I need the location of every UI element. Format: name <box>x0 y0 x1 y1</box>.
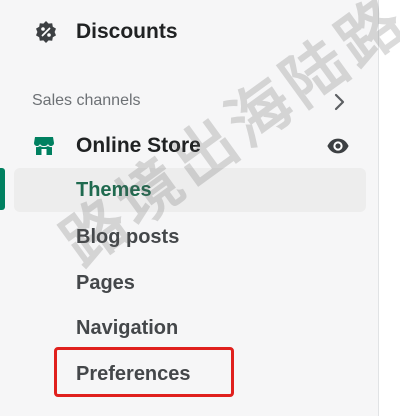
sidebar-subitem-navigation[interactable]: Navigation <box>76 313 178 343</box>
main-content-area <box>380 0 400 416</box>
section-header-sales-channels: Sales channels <box>32 92 141 109</box>
eye-icon[interactable] <box>326 134 350 158</box>
storefront-icon <box>32 134 56 158</box>
admin-sidebar: Discounts Sales channels Online Store Th… <box>0 0 379 416</box>
sidebar-item-label: Discounts <box>76 20 178 43</box>
discount-badge-icon <box>34 20 58 44</box>
sidebar-item-label: Online Store <box>76 134 201 157</box>
sidebar-subitem-themes[interactable]: Themes <box>76 175 152 205</box>
sidebar-item-online-store[interactable]: Online Store <box>0 126 379 166</box>
chevron-right-icon[interactable] <box>331 92 347 112</box>
sidebar-item-discounts[interactable]: Discounts <box>0 12 379 52</box>
sidebar-subitem-blog-posts[interactable]: Blog posts <box>76 222 179 252</box>
active-indicator <box>0 168 5 210</box>
highlight-annotation-box <box>54 347 234 397</box>
active-item-background <box>14 168 366 212</box>
sidebar-subitem-pages[interactable]: Pages <box>76 268 135 298</box>
